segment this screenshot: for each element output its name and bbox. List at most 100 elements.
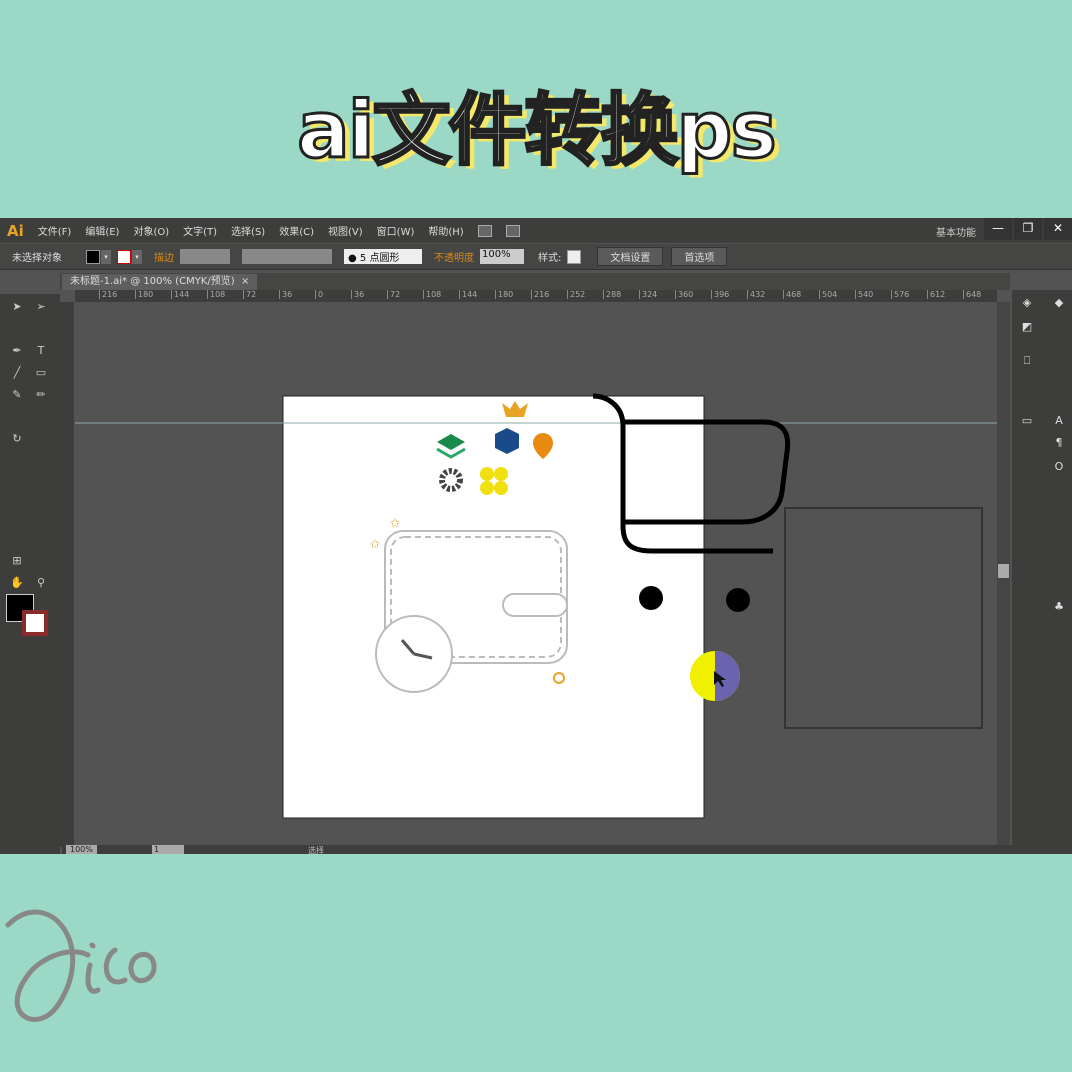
pen-tool-icon[interactable]: ✒ — [10, 344, 24, 358]
app-logo: Ai — [7, 221, 24, 240]
menu-effect[interactable]: 效果(C) — [279, 223, 314, 238]
direct-selection-icon[interactable]: ➢ — [34, 300, 48, 314]
ruler-tick: 36 — [351, 290, 387, 299]
selection-tool-icon[interactable]: ➤ — [10, 300, 24, 314]
ruler-tick: 180 — [135, 290, 171, 299]
ruler-tick: 288 — [603, 290, 639, 299]
brush-select[interactable]: ● 5 点圆形 — [344, 249, 422, 264]
ruler-tick: 0 — [315, 290, 351, 299]
restore-button[interactable]: ❐ — [1014, 218, 1042, 240]
menu-type[interactable]: 文字(T) — [183, 223, 217, 238]
gradient-icon[interactable]: ▭ — [1020, 414, 1034, 427]
ruler-tick: 612 — [927, 290, 963, 299]
stroke-dropdown[interactable]: ▾ — [132, 249, 142, 264]
rotate-tool-icon[interactable]: ↻ — [10, 432, 24, 446]
artboard-tool-icon[interactable]: ⊞ — [10, 554, 24, 568]
ruler-tick: 216 — [531, 290, 567, 299]
arrange-documents-icon[interactable] — [505, 224, 520, 237]
pencil-tool-icon[interactable]: ✏ — [34, 388, 48, 402]
stroke-color-box[interactable] — [22, 610, 48, 636]
canvas[interactable]: ✩ ✩ — [75, 302, 997, 847]
signature-logo — [5, 909, 157, 1022]
ruler-tick: 432 — [747, 290, 783, 299]
scroll-thumb[interactable] — [998, 564, 1009, 578]
rectangle-tool-icon[interactable]: ▭ — [34, 366, 48, 380]
preferences-button[interactable]: 首选项 — [671, 247, 728, 266]
document-tab[interactable]: 未标题-1.ai* @ 100% (CMYK/预览) × — [62, 274, 258, 290]
appearance-icon[interactable]: ◈ — [1020, 296, 1034, 309]
type-tool-icon[interactable]: T — [34, 344, 48, 358]
ruler-tick: 360 — [675, 290, 711, 299]
brush-label: 5 点圆形 — [359, 253, 400, 264]
star-icon: ✩ — [390, 516, 400, 530]
style-swatch[interactable] — [567, 249, 582, 264]
ruler-tick: 252 — [567, 290, 603, 299]
ruler-tick: 72 — [243, 290, 279, 299]
stroke-icon[interactable]: ⎕ — [1020, 354, 1034, 367]
fill-swatch[interactable] — [86, 249, 100, 264]
zoom-tool-icon[interactable]: ⚲ — [34, 576, 48, 590]
bridge-icon[interactable] — [477, 224, 492, 237]
opacity-label[interactable]: 不透明度 — [434, 249, 474, 264]
opentype-icon[interactable]: O — [1052, 460, 1066, 473]
video-title: ai文件转换ps — [296, 85, 779, 178]
menu-edit[interactable]: 编辑(E) — [85, 223, 119, 238]
ruler-tick: 540 — [855, 290, 891, 299]
ruler-tick: 180 — [495, 290, 531, 299]
opacity-input[interactable]: 100% — [480, 249, 524, 264]
menu-select[interactable]: 选择(S) — [231, 223, 265, 238]
stroke-swatch[interactable] — [117, 249, 131, 264]
character-icon[interactable]: A — [1052, 414, 1066, 427]
workspace-switcher[interactable]: 基本功能 — [936, 224, 976, 239]
ruler-tick: 504 — [819, 290, 855, 299]
horizontal-ruler[interactable]: 216 180 144 108 72 36 0 36 72 108 144 180 216 252 288 3… — [75, 290, 997, 302]
artboard — [282, 395, 705, 819]
ruler-tick: 108 — [207, 290, 243, 299]
menu-help[interactable]: 帮助(H) — [428, 223, 463, 238]
tab-bar: 未标题-1.ai* @ 100% (CMYK/预览) × — [60, 273, 1010, 290]
ruler-tick: 468 — [783, 290, 819, 299]
ruler-tick: 216 — [99, 290, 135, 299]
document-setup-button[interactable]: 文档设置 — [597, 247, 664, 266]
zoom-input[interactable]: 100% — [66, 845, 97, 854]
menu-file[interactable]: 文件(F) — [38, 223, 72, 238]
status-bar: 100% 1 选择 — [62, 845, 1072, 856]
ruler-tick: 144 — [171, 290, 207, 299]
close-button[interactable]: ✕ — [1044, 218, 1072, 240]
stroke-label[interactable]: 描边 — [154, 249, 174, 264]
variable-width-select[interactable] — [242, 249, 332, 264]
ruler-tick: 36 — [279, 290, 315, 299]
style-label: 样式: — [538, 253, 562, 264]
ruler-tick: 108 — [423, 290, 459, 299]
graphic-styles-icon[interactable]: ◩ — [1020, 320, 1034, 333]
line-tool-icon[interactable]: ╱ — [10, 366, 24, 380]
minimize-button[interactable]: — — [984, 218, 1012, 240]
menu-window[interactable]: 窗口(W) — [377, 223, 415, 238]
vertical-ruler[interactable] — [60, 302, 74, 847]
menu-bar: Ai 文件(F) 编辑(E) 对象(O) 文字(T) 选择(S) 效果(C) 视… — [0, 218, 1072, 243]
ruler-tick: 648 — [963, 290, 997, 299]
illustrator-window: Ai 文件(F) 编辑(E) 对象(O) 文字(T) 选择(S) 效果(C) 视… — [0, 218, 1072, 856]
ruler-tick: 324 — [639, 290, 675, 299]
tools-panel: ➤ ➢ ✒ T ╱ ▭ ✎ ✏ ↻ ⊞ ✋ ⚲ — [0, 294, 60, 854]
paragraph-icon[interactable]: ¶ — [1052, 436, 1066, 449]
rectangle-shape — [784, 507, 983, 729]
right-panels: ◈ ◩ ⎕ ▭ ◆ A ¶ O ♣ — [1012, 290, 1072, 854]
tab-label: 未标题-1.ai* @ 100% (CMYK/预览) — [70, 276, 235, 287]
ruler-tick: 72 — [387, 290, 423, 299]
svg-text:✩: ✩ — [370, 537, 380, 551]
page-input[interactable]: 1 — [152, 845, 184, 854]
hand-tool-icon[interactable]: ✋ — [10, 576, 24, 590]
control-bar: 未选择对象 ▾ ▾ 描边 ● 5 点圆形 不透明度 100% 样式: 文档设置 … — [0, 244, 1072, 270]
menu-view[interactable]: 视图(V) — [328, 223, 363, 238]
symbols-icon[interactable]: ♣ — [1052, 600, 1066, 613]
vertical-scrollbar[interactable] — [997, 302, 1010, 847]
status-tool[interactable]: 选择 — [308, 845, 324, 856]
stroke-weight-input[interactable] — [180, 249, 230, 264]
ruler-tick: 144 — [459, 290, 495, 299]
brush-tool-icon[interactable]: ✎ — [10, 388, 24, 402]
layers-panel-icon[interactable]: ◆ — [1052, 296, 1066, 309]
tab-close[interactable]: × — [241, 276, 249, 287]
menu-object[interactable]: 对象(O) — [133, 223, 169, 238]
fill-dropdown[interactable]: ▾ — [101, 249, 111, 264]
